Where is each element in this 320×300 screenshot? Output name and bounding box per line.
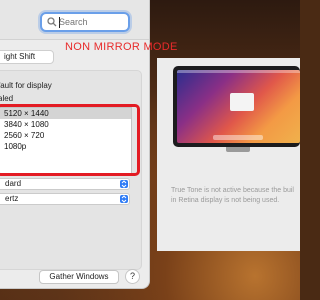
- search-input[interactable]: [59, 15, 125, 29]
- screen-dock: [213, 135, 263, 140]
- mode-annotation: NON MIRROR MODE: [65, 41, 178, 53]
- color-profile-value: dard: [5, 179, 22, 188]
- search-field[interactable]: [40, 12, 130, 32]
- color-profile-popup[interactable]: dard: [0, 178, 130, 190]
- chevron-updown-icon: [120, 180, 128, 188]
- tab-night-shift[interactable]: ight Shift: [0, 50, 54, 64]
- refresh-rate-value: ertz: [5, 194, 19, 203]
- true-tone-line-2: in Retina display is not being used.: [171, 197, 280, 204]
- true-tone-line-1: True Tone is not active because the buil: [171, 187, 294, 194]
- gather-windows-button[interactable]: Gather Windows: [39, 270, 119, 284]
- red-highlight-box: [0, 104, 140, 176]
- screen-menubar: [177, 70, 300, 73]
- search-icon: [47, 17, 57, 27]
- monitor-stand: [226, 147, 250, 152]
- resolution-scaled-option[interactable]: aled: [0, 94, 13, 103]
- resolution-default-option[interactable]: fault for display: [0, 81, 52, 90]
- help-button[interactable]: ?: [125, 269, 140, 284]
- window-toolbar: [0, 0, 149, 40]
- true-tone-note: True Tone is not active because the buil…: [171, 186, 300, 206]
- refresh-rate-popup[interactable]: ertz: [0, 193, 130, 205]
- monitor-screen: [177, 70, 300, 143]
- chevron-updown-icon: [120, 195, 128, 203]
- monitor-icon: [173, 66, 300, 147]
- window-footer: Gather Windows ?: [0, 264, 149, 288]
- screen-dialog: [230, 93, 254, 111]
